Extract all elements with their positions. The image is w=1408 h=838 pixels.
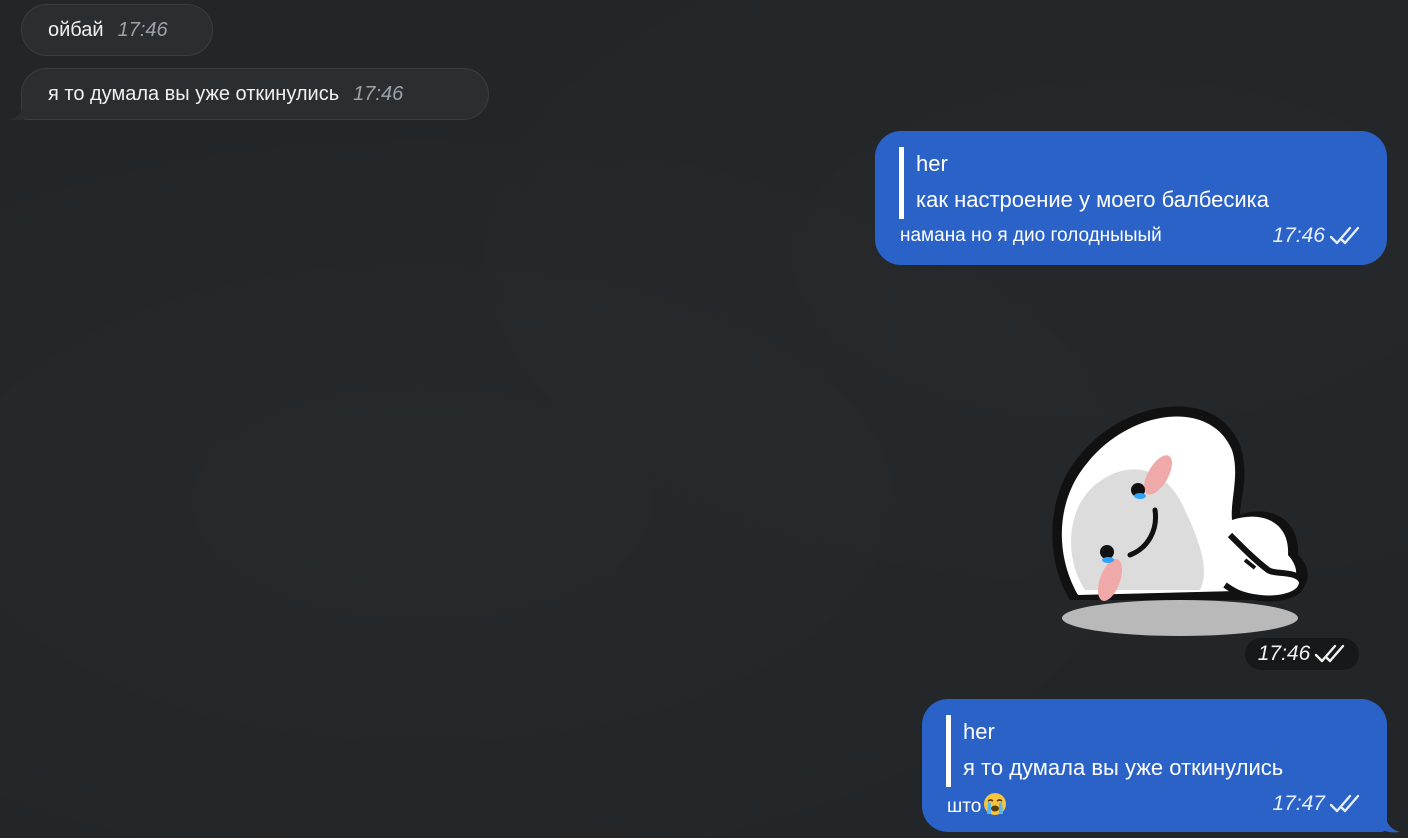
crying-ghost-sticker[interactable] (1040, 390, 1325, 640)
reply-author: her (963, 719, 995, 744)
double-check-icon (1315, 644, 1345, 663)
outgoing-message-bubble[interactable]: her я то думала вы уже откинулись што 17… (922, 699, 1387, 832)
chat-window: ойбай 17:46 я то думала вы уже откинулис… (0, 0, 1408, 838)
reply-quote[interactable]: her как настроение у моего балбесика (899, 147, 1269, 219)
reply-author: her (916, 151, 948, 176)
bubble-tail-icon (1380, 816, 1400, 833)
message-time: 17:46 (1272, 224, 1325, 247)
loudly-crying-face-emoji (984, 793, 1007, 815)
bubble-tail-icon (9, 104, 29, 121)
double-check-icon (1329, 794, 1360, 813)
message-time: 17:46 (1257, 642, 1311, 665)
message-time: 17:46 (117, 18, 168, 41)
message-meta: 17:47 (1272, 792, 1361, 816)
reply-quote-text: как настроение у моего балбесика (916, 187, 1270, 212)
outgoing-message-bubble[interactable]: her как настроение у моего балбесика нам… (875, 131, 1387, 265)
message-text: я то думала вы уже откинулись (48, 82, 340, 105)
message-body: што (947, 792, 1007, 818)
message-time: 17:47 (1272, 792, 1325, 815)
message-text: намана но я дио голодныыый (900, 225, 1162, 246)
message-time: 17:46 (353, 82, 404, 105)
sticker-time-badge: 17:46 (1245, 638, 1359, 670)
double-check-icon (1329, 226, 1360, 245)
reply-quote[interactable]: her я то думала вы уже откинулись (946, 715, 1283, 787)
message-meta: 17:46 (1272, 224, 1361, 248)
incoming-message-bubble[interactable]: ойбай 17:46 (21, 4, 213, 56)
reply-quote-text: я то думала вы уже откинулись (963, 755, 1284, 780)
message-text: што (947, 796, 982, 817)
message-text: ойбай (48, 18, 104, 41)
incoming-message-bubble[interactable]: я то думала вы уже откинулись 17:46 (21, 68, 489, 120)
